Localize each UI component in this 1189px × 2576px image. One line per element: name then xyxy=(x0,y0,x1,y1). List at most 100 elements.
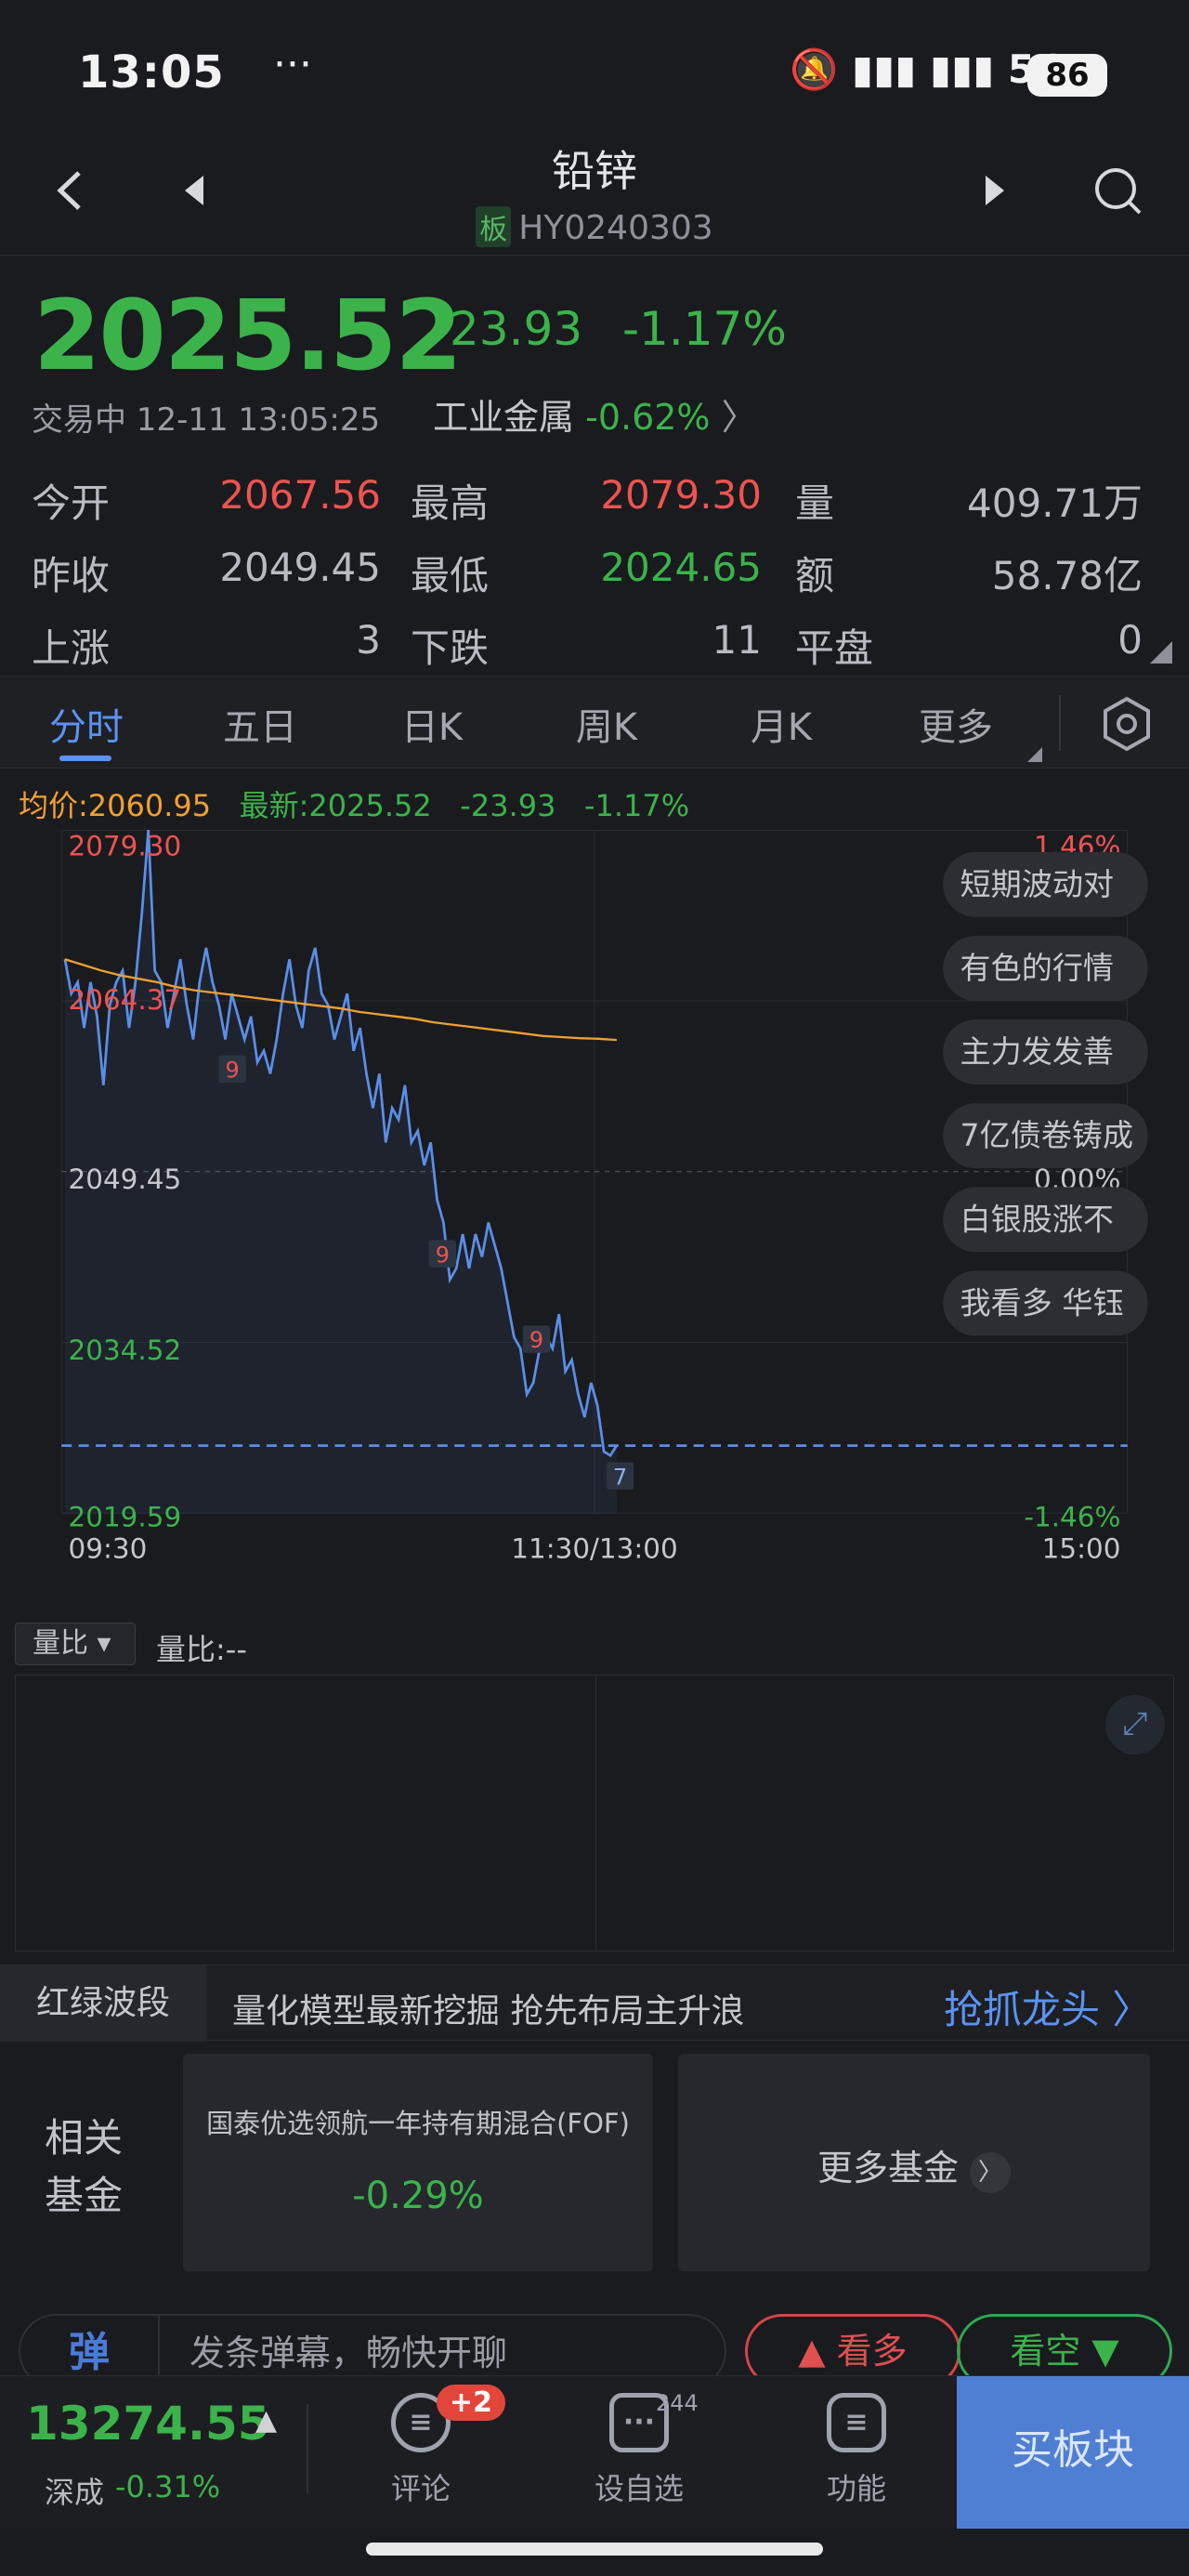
watchlist-label: 设自选 xyxy=(594,2471,684,2506)
search-icon[interactable] xyxy=(1085,158,1150,223)
volume-selector-label: 量比 xyxy=(33,1627,88,1660)
related-funds-label: 相关基金 xyxy=(44,2115,123,2218)
status-bar: 13:05 ··· 🔕 ▮▮▮ ▮▮▮ 5G 86 xyxy=(0,0,1189,139)
news-bubble-text: 7亿债卷铸成 xyxy=(960,1117,1134,1153)
bearish-label: 看空 xyxy=(1010,2331,1081,2372)
up-arrow-icon: ▲ xyxy=(798,2331,826,2372)
fund-card[interactable]: 国泰优选领航一年持有期混合(FOF) -0.29% xyxy=(183,2054,653,2271)
open-label: 今开 xyxy=(32,480,111,526)
sector-change: -0.62% xyxy=(585,397,711,438)
volume-selector[interactable]: 量比 ▾ xyxy=(15,1623,136,1665)
tab-intraday[interactable]: 分时 xyxy=(17,697,156,751)
caret-up-icon[interactable]: ▲ xyxy=(255,2404,277,2437)
up-count-label: 上涨 xyxy=(32,625,111,671)
fund-change: -0.29% xyxy=(352,2175,484,2217)
chevron-right-icon: 〉 xyxy=(970,2152,1012,2193)
promo-text: 量化模型最新挖掘 抢先布局主升浪 xyxy=(232,1992,745,2031)
signal-marker-label: 9 xyxy=(529,1327,543,1353)
bottom-bar: 13274.55 ▲ 深成 -0.31% ≡ 评论 ··· 设自选 ≡ 功能 买… xyxy=(0,2375,1189,2529)
news-bubble-text: 白银股涨不 xyxy=(960,1201,1114,1237)
intraday-chart[interactable]: 2079.302064.372049.452034.522019.591.46%… xyxy=(15,830,1174,1573)
period-tabs: 分时 五日 日K 周K 月K 更多 xyxy=(0,676,1189,769)
index-value[interactable]: 13274.55 xyxy=(26,2397,270,2451)
volume-divider xyxy=(595,1676,596,1951)
tab-weekly-k[interactable]: 周K xyxy=(537,697,676,751)
y-tick-label: 2019.59 xyxy=(69,1501,182,1532)
legend-avg: 均价:2060.95 xyxy=(19,788,212,823)
tab-underline xyxy=(59,756,111,761)
status-dots: ··· xyxy=(273,41,312,88)
sector-link[interactable]: 工业金属 -0.62% 〉 xyxy=(433,388,757,440)
open-value: 2067.56 xyxy=(219,472,381,518)
volume-label: 量 xyxy=(795,480,835,526)
more-funds-card[interactable]: 更多基金 〉 xyxy=(678,2054,1150,2271)
code-text: HY0240303 xyxy=(518,209,713,247)
low-value: 2024.65 xyxy=(600,545,762,590)
current-price: 2025.52 xyxy=(33,279,463,392)
board-tag: 板 xyxy=(476,206,512,247)
y-tick-label-right: -1.46% xyxy=(1024,1501,1120,1532)
low-label: 最低 xyxy=(411,553,490,598)
amount-label: 额 xyxy=(795,553,835,598)
y-tick-label: 2049.45 xyxy=(69,1163,182,1195)
signal-marker-label: 7 xyxy=(613,1464,627,1490)
y-tick-label: 2079.30 xyxy=(69,831,182,862)
prev-close-value: 2049.45 xyxy=(219,545,381,590)
signal-marker-label: 9 xyxy=(436,1242,450,1268)
high-value: 2079.30 xyxy=(600,472,762,518)
down-count-label: 下跌 xyxy=(411,625,490,671)
price-change-pct: -1.17% xyxy=(622,302,787,356)
promo-banner[interactable]: 红绿波段 量化模型最新挖掘 抢先布局主升浪 抢抓龙头 〉 xyxy=(0,1965,1189,2042)
volume-panel xyxy=(15,1675,1174,1952)
promo-link[interactable]: 抢抓龙头 〉 xyxy=(944,1978,1151,2035)
x-tick-label: 11:30/13:00 xyxy=(511,1532,677,1564)
x-tick-label: 15:00 xyxy=(1042,1532,1121,1564)
tab-more[interactable]: 更多 xyxy=(886,697,1026,751)
news-bubble-text: 主力发发善 xyxy=(960,1033,1114,1070)
chart-legend: 均价:2060.95 最新:2025.52 -23.93 -1.17% xyxy=(19,782,689,825)
functions-button[interactable]: ≡ 功能 xyxy=(791,2393,921,2508)
functions-label: 功能 xyxy=(826,2471,886,2506)
news-bubble-text: 有色的行情 xyxy=(960,950,1114,986)
fullscreen-icon[interactable]: ⤢ xyxy=(1105,1695,1165,1755)
bottom-divider xyxy=(307,2404,308,2493)
signal-icon: 🔕 ▮▮▮ ▮▮▮ 5G xyxy=(790,46,1067,93)
volume-value: 409.71万 xyxy=(967,480,1143,526)
flat-count-value: 0 xyxy=(1117,617,1143,663)
battery-icon: 86 xyxy=(1027,54,1107,97)
more-funds-label: 更多基金 xyxy=(817,2148,959,2188)
expand-corner-icon[interactable] xyxy=(1150,641,1172,664)
status-time: 13:05 xyxy=(78,46,225,99)
tab-five-day[interactable]: 五日 xyxy=(190,697,330,751)
next-item-icon[interactable] xyxy=(961,158,1026,223)
home-indicator[interactable] xyxy=(366,2543,823,2556)
settings-icon[interactable] xyxy=(1098,695,1156,756)
menu-icon: ≡ xyxy=(827,2393,886,2452)
price-change: -23.93 xyxy=(433,302,583,356)
nav-bar: 铅锌 板 HY0240303 xyxy=(0,130,1189,256)
index-change: -0.31% xyxy=(115,2469,221,2504)
down-arrow-icon: ▼ xyxy=(1091,2331,1119,2372)
chevron-right-icon: 〉 xyxy=(1112,1987,1152,2032)
news-bubble-text: 短期波动对 xyxy=(960,866,1114,902)
back-icon[interactable] xyxy=(37,158,102,223)
x-tick-label: 09:30 xyxy=(69,1532,148,1564)
sector-name: 工业金属 xyxy=(433,397,575,438)
prev-item-icon[interactable] xyxy=(163,158,228,223)
amount-value: 58.78亿 xyxy=(991,553,1143,598)
legend-latest: 最新:2025.52 xyxy=(239,788,432,823)
signal-marker-label: 9 xyxy=(226,1058,240,1084)
tab-monthly-k[interactable]: 月K xyxy=(712,697,851,751)
signal-bars-icon: ▮▮▮ ▮▮▮ xyxy=(851,46,995,92)
high-label: 最高 xyxy=(411,480,490,526)
buy-sector-button[interactable]: 买板块 xyxy=(957,2376,1189,2529)
bullish-label: 看多 xyxy=(836,2331,908,2372)
index-name: 深成 xyxy=(45,2475,105,2510)
volume-ratio: 量比:-- xyxy=(156,1632,247,1667)
board-code: 板 HY0240303 xyxy=(409,206,780,247)
flat-count-label: 平盘 xyxy=(795,625,874,671)
trading-status: 交易中 12-11 13:05:25 xyxy=(32,401,381,439)
legend-change: -23.93 xyxy=(460,788,556,823)
tab-daily-k[interactable]: 日K xyxy=(362,697,502,751)
mute-icon: 🔕 xyxy=(790,46,839,92)
